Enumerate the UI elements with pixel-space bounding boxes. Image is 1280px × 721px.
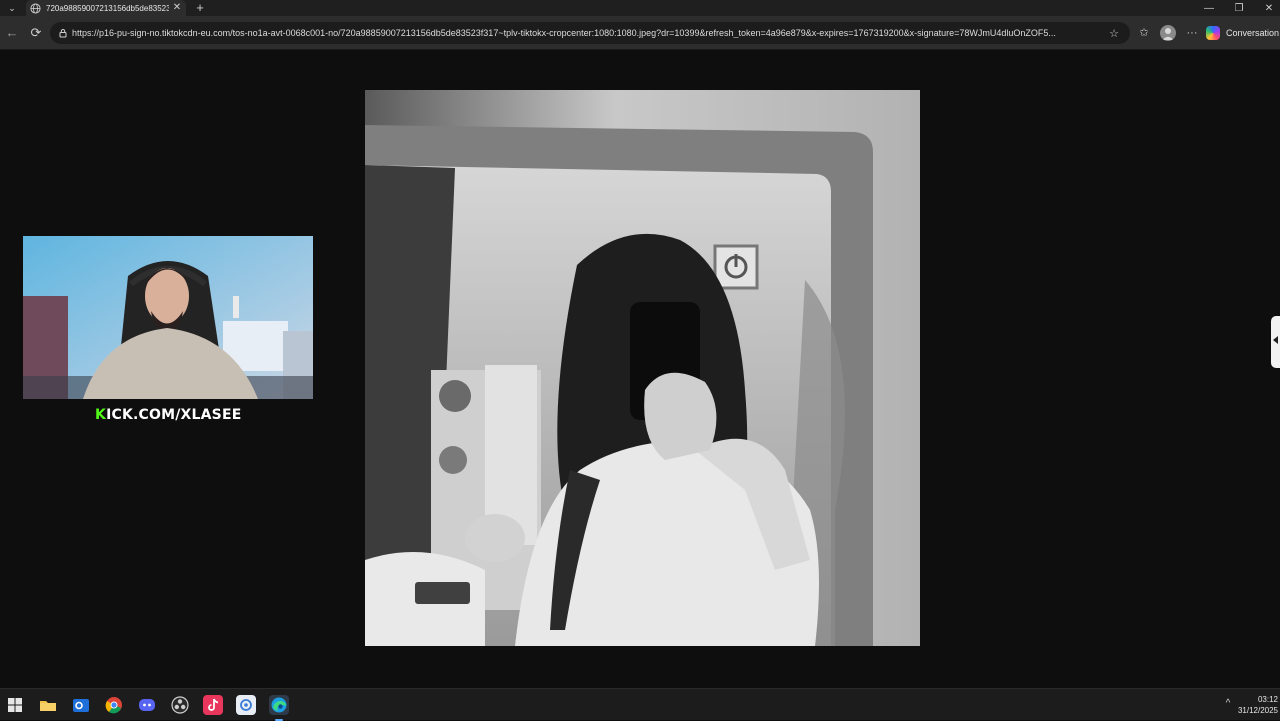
system-clock[interactable]: 03:12 31/12/2025	[1236, 694, 1278, 716]
edge-icon[interactable]	[269, 695, 289, 721]
favorite-star-icon[interactable]: ☆	[1108, 27, 1120, 40]
kick-channel-label: KICK.COM/XLASEE	[95, 407, 242, 423]
sidebar-toggle-handle[interactable]	[1271, 316, 1280, 368]
address-bar[interactable]: https://p16-pu-sign-no.tiktokcdn-eu.com/…	[50, 22, 1130, 44]
tray-overflow-chevron-up-icon[interactable]: ^	[1222, 698, 1234, 710]
globe-icon	[30, 2, 41, 14]
tab-strip: ⌄ 720a98859007213156db5de83523 ✕ + — ❐ ✕	[0, 0, 1280, 16]
copilot-conversation-button[interactable]: Conversation	[1206, 25, 1279, 41]
profile-avatar[interactable]	[1160, 25, 1176, 41]
clock-time: 03:12	[1257, 695, 1278, 704]
windows-taskbar: ^ 03:12 31/12/2025	[0, 688, 1280, 721]
minimize-button[interactable]: —	[1194, 0, 1224, 16]
obs-icon[interactable]	[170, 695, 190, 715]
back-button[interactable]: ←	[4, 25, 20, 41]
outlook-icon[interactable]	[71, 695, 91, 715]
conversation-label: Conversation	[1226, 28, 1280, 38]
person-icon	[1162, 28, 1174, 40]
kick-url-text: ICK.COM/XLASEE	[106, 407, 242, 423]
new-tab-button[interactable]: +	[192, 0, 208, 16]
tab-list-dropdown-icon[interactable]: ⌄	[4, 1, 20, 15]
chrome-icon[interactable]	[104, 695, 124, 715]
clock-date: 31/12/2025	[1237, 706, 1278, 715]
webcam-overlay	[23, 236, 313, 399]
favorites-icon[interactable]: ✩	[1136, 25, 1152, 41]
browser-toolbar: ← ⟳ https://p16-pu-sign-no.tiktokcdn-eu.…	[0, 16, 1280, 50]
more-menu-button[interactable]: ···	[1184, 25, 1200, 41]
tiktok-icon[interactable]	[203, 695, 223, 715]
site-info-icon[interactable]	[58, 28, 68, 38]
app-icon[interactable]	[236, 695, 256, 715]
tab-close-icon[interactable]: ✕	[172, 3, 182, 13]
url-text[interactable]: https://p16-pu-sign-no.tiktokcdn-eu.com/…	[72, 28, 1108, 38]
chevron-left-icon	[1273, 336, 1278, 344]
restore-button[interactable]: ❐	[1224, 0, 1254, 16]
displayed-image[interactable]	[365, 90, 920, 646]
kick-letter: K	[95, 407, 107, 423]
window-close-button[interactable]: ✕	[1254, 0, 1280, 16]
file-explorer-icon[interactable]	[38, 695, 58, 715]
discord-icon[interactable]	[137, 695, 157, 715]
tab-title: 720a98859007213156db5de83523	[46, 3, 169, 13]
copilot-icon	[1206, 26, 1220, 40]
refresh-button[interactable]: ⟳	[28, 25, 44, 41]
tab-active[interactable]: 720a98859007213156db5de83523 ✕	[26, 0, 186, 16]
start-icon[interactable]	[5, 695, 25, 715]
